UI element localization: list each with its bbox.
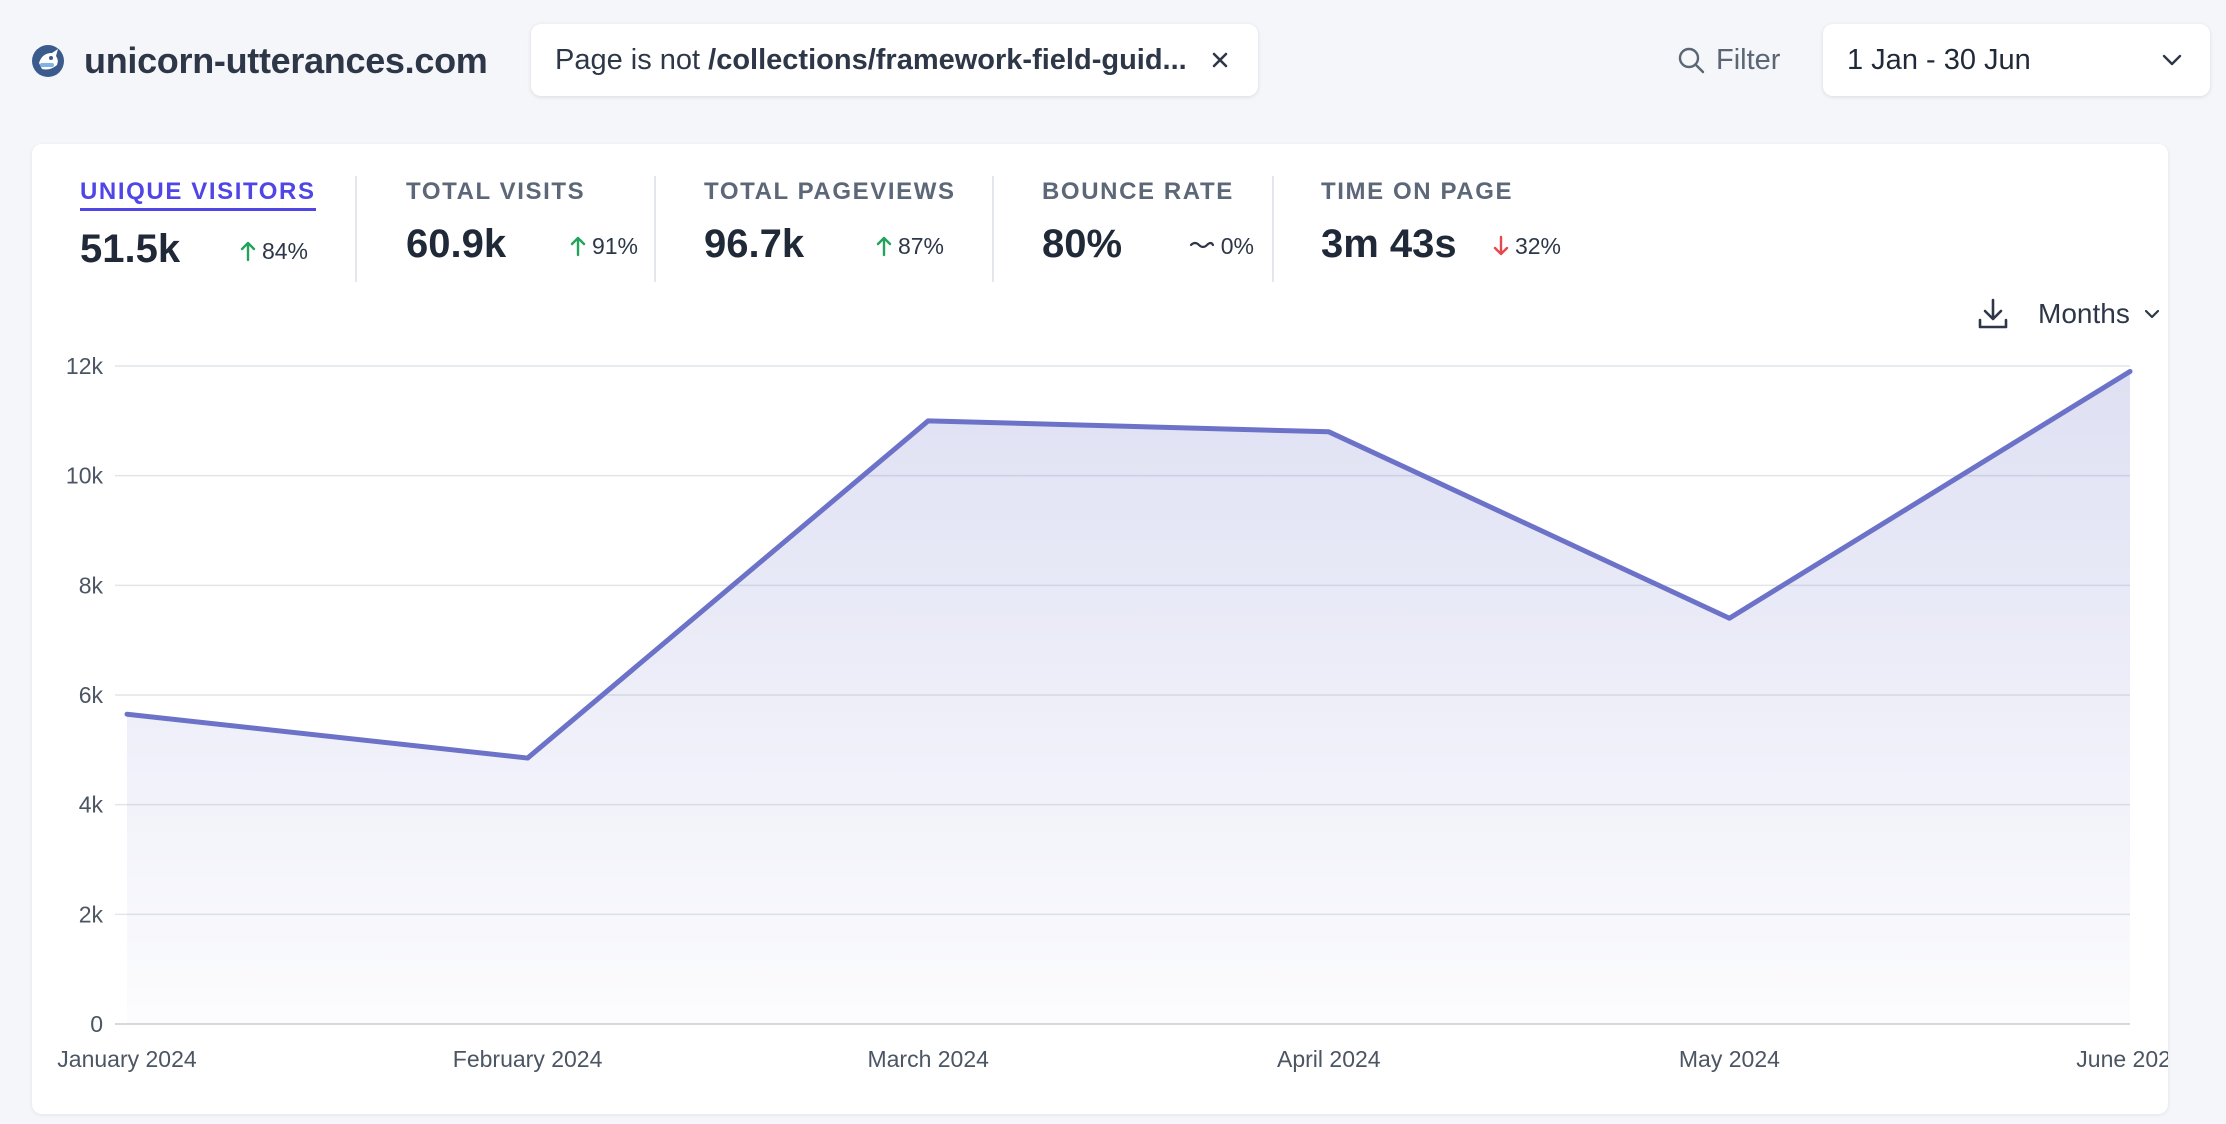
x-tick-label: January 2024 [57,1046,197,1072]
date-range-label: 1 Jan - 30 Jun [1847,43,2031,76]
site-header: unicorn-utterances.com [30,36,488,86]
site-name[interactable]: unicorn-utterances.com [84,40,488,82]
filter-pill-text: Page is not /collections/framework-field… [555,44,1190,77]
close-icon[interactable] [1206,46,1234,74]
series-area [127,371,2130,1024]
search-icon [1678,47,1705,74]
y-tick-label: 2k [79,901,104,927]
filter-pill-prefix: Page is not [555,43,709,76]
y-tick-label: 4k [79,792,104,818]
filter-pill-value: /collections/framework-field-guid... [708,43,1187,76]
filter-button-label: Filter [1716,43,1781,76]
filter-button[interactable]: Filter [1676,40,1780,80]
main-graph-card: UNIQUE VISITORS 51.5k 84% TOTAL VISITS 6… [32,144,2168,1114]
y-tick-label: 12k [66,353,104,379]
y-tick-label: 10k [66,463,104,489]
active-filter-pill[interactable]: Page is not /collections/framework-field… [531,24,1258,96]
x-tick-label: April 2024 [1277,1046,1381,1072]
date-range-picker[interactable]: 1 Jan - 30 Jun [1823,24,2210,96]
x-tick-label: March 2024 [867,1046,989,1072]
y-tick-label: 0 [90,1011,103,1037]
y-tick-label: 6k [79,682,104,708]
visitors-area-chart: 0 2k 4k 6k 8k 10k 12k January 2024 February 2024… [57,353,2168,1072]
x-tick-label: June 2024 [2076,1046,2168,1072]
x-tick-label: February 2024 [453,1046,603,1072]
x-tick-label: May 2024 [1679,1046,1780,1072]
unicorn-favicon-icon [32,45,64,77]
chevron-down-icon [2162,54,2182,66]
y-tick-label: 8k [79,572,104,598]
